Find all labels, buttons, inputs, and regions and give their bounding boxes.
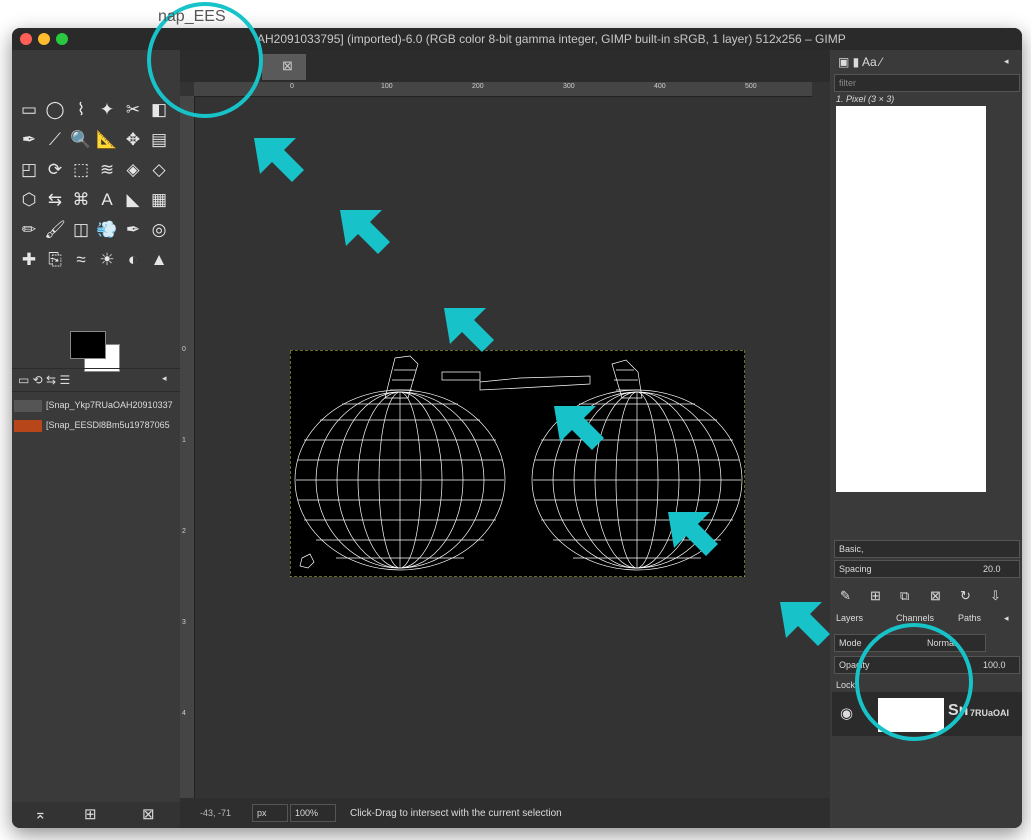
highlight-circle bbox=[855, 623, 973, 741]
arrow-icon bbox=[444, 308, 494, 352]
arrow-icon bbox=[340, 210, 390, 254]
arrow-icon bbox=[668, 512, 718, 556]
tab-name-zoom: nap_EES bbox=[158, 8, 226, 25]
arrow-icon bbox=[254, 138, 304, 182]
arrow-icon bbox=[554, 406, 604, 450]
arrow-icon bbox=[780, 602, 830, 646]
